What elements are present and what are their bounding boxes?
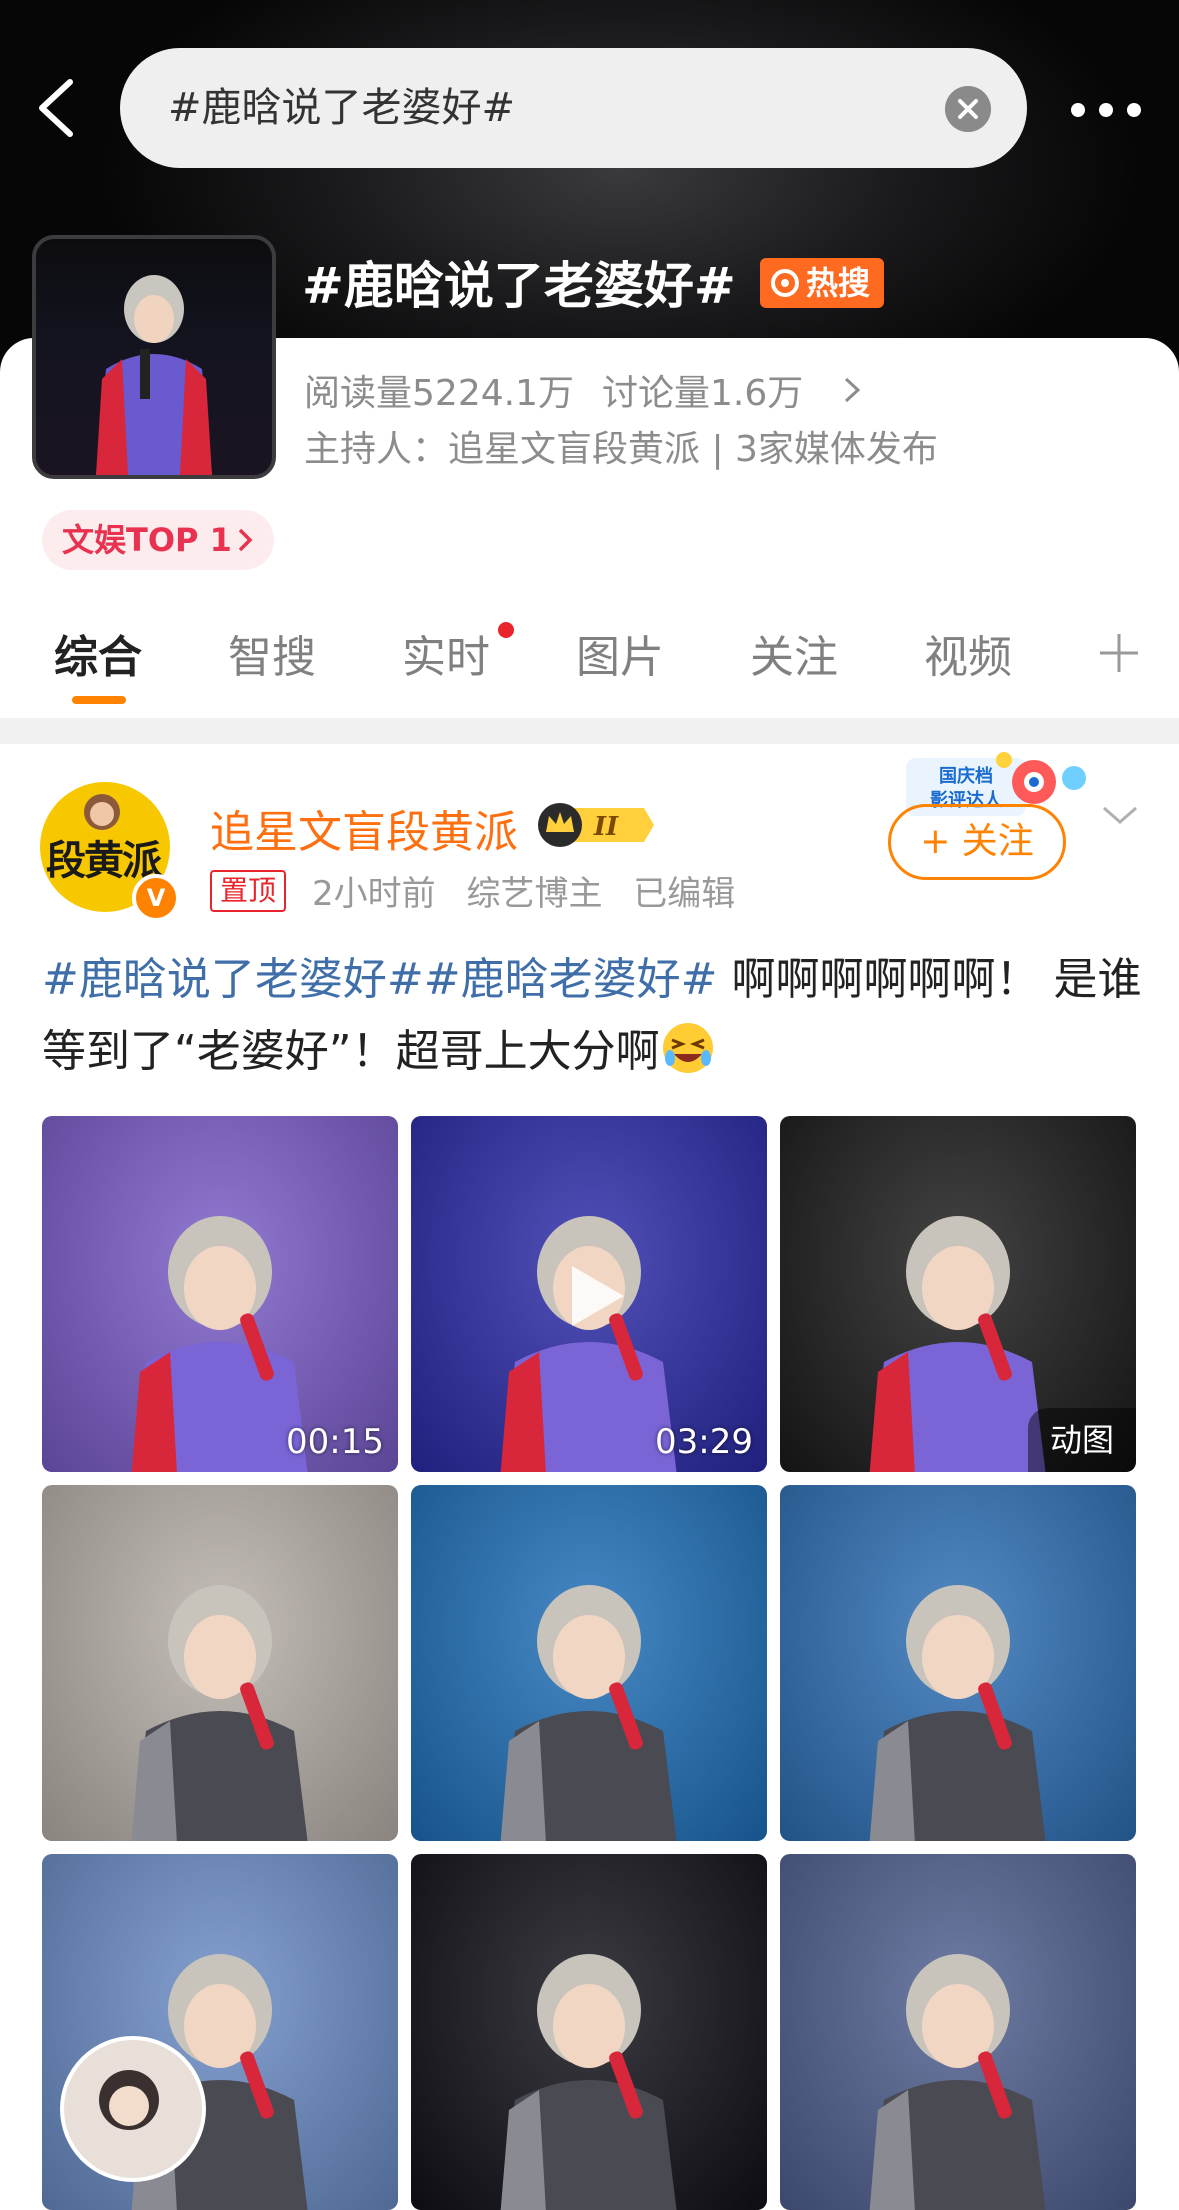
reads-label: 阅读量 <box>304 373 413 414</box>
discuss-value: 1.6万 <box>710 373 804 414</box>
back-arrow-icon[interactable] <box>30 78 82 138</box>
photo-thumbnail[interactable] <box>411 1854 767 2210</box>
chevron-right-icon <box>238 528 253 552</box>
topic-cover-image[interactable] <box>32 235 276 479</box>
topic-title: #鹿晗说了老婆好# <box>302 257 736 315</box>
video-thumbnail[interactable]: 00:15 <box>42 1116 398 1472</box>
discuss-label: 讨论量 <box>601 373 710 414</box>
hot-badge-label: 热搜 <box>806 264 871 302</box>
floating-avatar-art <box>99 2070 159 2130</box>
notification-dot <box>498 622 514 638</box>
vip-crown-icon[interactable]: II <box>534 800 654 850</box>
rank-label: 文娱TOP 1 <box>62 521 232 559</box>
gif-badge: 动图 <box>1028 1408 1136 1472</box>
edited-label: 已编辑 <box>633 874 736 914</box>
gif-thumbnail[interactable]: 动图 <box>780 1116 1136 1472</box>
play-icon[interactable] <box>554 1256 634 1336</box>
laughing-emoji-icon <box>662 1023 713 1073</box>
performer-figure <box>500 1954 677 2210</box>
performer-figure <box>131 1585 308 1841</box>
photo-thumbnail[interactable] <box>780 1485 1136 1841</box>
holiday-badge-line1: 国庆档 <box>939 765 993 787</box>
add-tab-icon[interactable] <box>1096 630 1142 676</box>
active-tab-indicator <box>72 696 126 704</box>
tab-smart-search[interactable]: 智搜 <box>228 608 316 708</box>
host-info[interactable]: 主持人：追星文盲段黄派 | 3家媒体发布 <box>304 420 938 472</box>
post-content: #鹿晗说了老婆好##鹿晗老婆好# 啊啊啊啊啊啊！ 是谁等到了“老婆好”！超哥上大… <box>42 944 1142 1088</box>
video-duration: 03:29 <box>655 1422 753 1462</box>
author-role: 综艺博主 <box>466 874 603 914</box>
author-name[interactable]: 追星文盲段黄派 <box>210 796 518 860</box>
tab-images[interactable]: 图片 <box>576 608 664 708</box>
photo-thumbnail[interactable] <box>411 1485 767 1841</box>
chevron-right-icon <box>845 377 861 403</box>
performer-figure <box>869 1954 1046 2210</box>
tab-bar: 综合 智搜 实时 图片 关注 视频 <box>0 608 1179 708</box>
follow-button[interactable]: + 关注 <box>888 804 1066 880</box>
topic-stats[interactable]: 阅读量 5224.1万 讨论量 1.6万 <box>304 364 863 416</box>
hot-search-badge[interactable]: 热搜 <box>760 258 885 308</box>
more-options-icon[interactable] <box>1066 90 1146 130</box>
video-thumbnail[interactable]: 03:29 <box>411 1116 767 1472</box>
post-hashtags[interactable]: #鹿晗说了老婆好##鹿晗老婆好# <box>42 954 717 1005</box>
tab-realtime[interactable]: 实时 <box>402 608 490 708</box>
chevron-down-icon[interactable] <box>1098 800 1142 830</box>
video-duration: 00:15 <box>286 1422 384 1462</box>
pinned-tag: 置顶 <box>210 870 287 912</box>
vip-level: II <box>593 812 619 842</box>
performer-figure <box>500 1585 677 1841</box>
rank-badge[interactable]: 文娱TOP 1 <box>42 510 274 570</box>
tab-comprehensive[interactable]: 综合 <box>54 608 142 708</box>
reads-value: 5224.1万 <box>412 373 574 414</box>
clear-search-icon[interactable] <box>945 86 991 132</box>
photo-thumbnail[interactable] <box>42 1485 398 1841</box>
verified-icon: V <box>132 874 180 922</box>
photo-thumbnail[interactable] <box>780 1854 1136 2210</box>
tab-following[interactable]: 关注 <box>750 608 838 708</box>
tab-videos[interactable]: 视频 <box>924 608 1012 708</box>
floating-avatar[interactable] <box>60 2036 206 2182</box>
hot-icon <box>771 269 799 297</box>
search-bar[interactable]: #鹿晗说了老婆好# <box>120 48 1027 168</box>
search-input[interactable]: #鹿晗说了老婆好# <box>168 48 515 168</box>
post-meta: 2小时前 综艺博主 已编辑 <box>312 866 755 915</box>
performer-figure <box>869 1585 1046 1841</box>
performer-illustration <box>96 275 212 475</box>
post-time: 2小时前 <box>312 874 436 914</box>
